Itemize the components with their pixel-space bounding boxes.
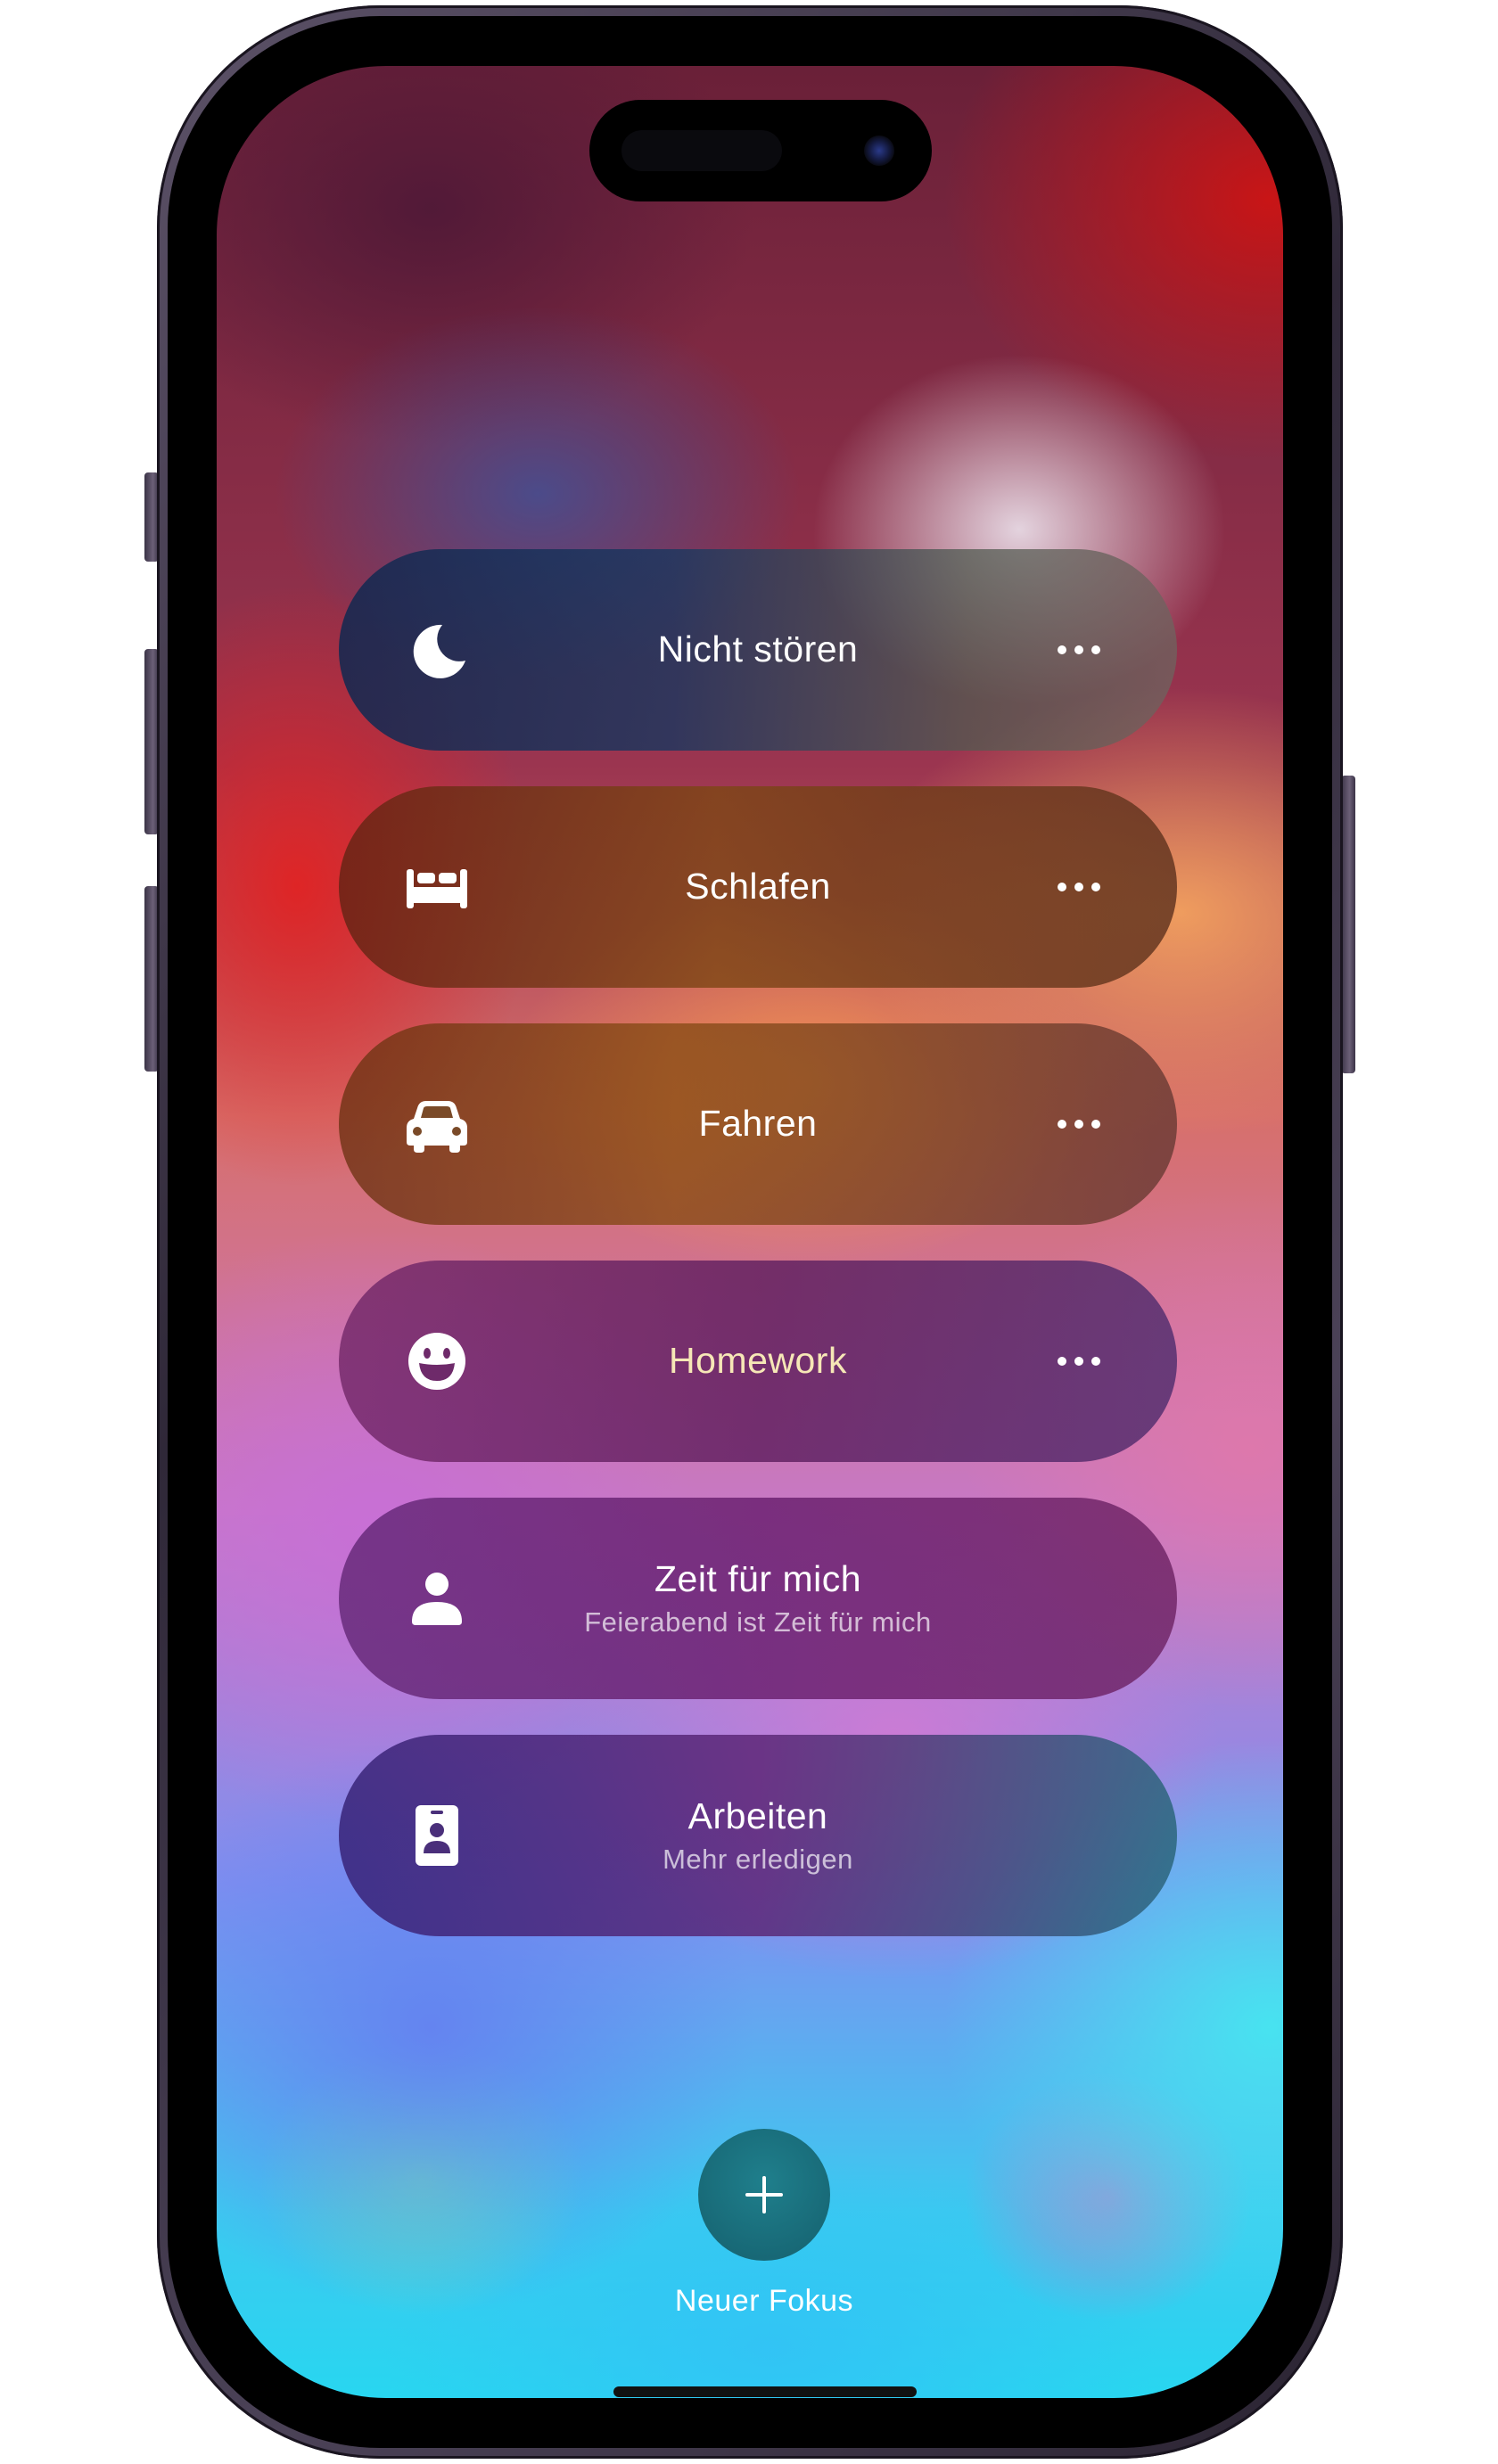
smiley-icon <box>401 1326 473 1397</box>
face-id-sensor <box>621 130 782 171</box>
focus-list: Nicht stören Schlafen Fahren Homework Ze… <box>339 549 1177 1972</box>
focus-text: Nicht stören <box>499 549 1017 751</box>
more-options-button[interactable] <box>1043 623 1115 677</box>
plus-icon <box>745 2176 783 2213</box>
focus-title: Nicht stören <box>657 628 859 670</box>
car-icon <box>401 1088 473 1160</box>
front-camera <box>864 136 894 166</box>
home-indicator[interactable] <box>613 2386 917 2397</box>
ellipsis-dot <box>1074 1357 1083 1366</box>
focus-title: Arbeiten <box>687 1795 828 1837</box>
focus-text: Schlafen <box>499 786 1017 988</box>
focus-text: Homework <box>499 1261 1017 1462</box>
ellipsis-icon <box>1058 1120 1066 1129</box>
focus-item-sleep[interactable]: Schlafen <box>339 786 1177 988</box>
phone-frame: Nicht stören Schlafen Fahren Homework Ze… <box>157 5 1343 2459</box>
bed-icon <box>401 851 473 923</box>
more-options-button[interactable] <box>1043 860 1115 914</box>
focus-item-do-not-disturb[interactable]: Nicht stören <box>339 549 1177 751</box>
focus-title: Fahren <box>698 1103 818 1145</box>
page: Nicht stören Schlafen Fahren Homework Ze… <box>0 0 1498 2464</box>
focus-item-homework[interactable]: Homework <box>339 1261 1177 1462</box>
ellipsis-dot <box>1091 1120 1100 1129</box>
focus-title: Zeit für mich <box>654 1558 862 1600</box>
id-badge-icon <box>401 1800 473 1871</box>
focus-item-personal[interactable]: Zeit für mich Feierabend ist Zeit für mi… <box>339 1498 1177 1699</box>
focus-text: Fahren <box>499 1023 1017 1225</box>
phone-bezel: Nicht stören Schlafen Fahren Homework Ze… <box>168 16 1332 2448</box>
ellipsis-dot <box>1091 645 1100 654</box>
focus-item-work[interactable]: Arbeiten Mehr erledigen <box>339 1735 1177 1936</box>
focus-title: Schlafen <box>685 866 831 908</box>
focus-title: Homework <box>669 1340 847 1382</box>
focus-subtitle: Mehr erledigen <box>663 1843 853 1875</box>
ellipsis-dot <box>1074 645 1083 654</box>
focus-item-driving[interactable]: Fahren <box>339 1023 1177 1225</box>
power-button <box>1341 776 1355 1073</box>
ellipsis-icon <box>1058 883 1066 891</box>
new-focus-button[interactable] <box>698 2129 830 2261</box>
more-options-button[interactable] <box>1043 1097 1115 1151</box>
phone-screen: Nicht stören Schlafen Fahren Homework Ze… <box>217 66 1283 2398</box>
focus-text: Arbeiten Mehr erledigen <box>499 1735 1017 1936</box>
ellipsis-dot <box>1074 883 1083 891</box>
new-focus-label: Neuer Fokus <box>674 2284 854 2318</box>
focus-subtitle: Feierabend ist Zeit für mich <box>584 1606 932 1638</box>
focus-text: Zeit für mich Feierabend ist Zeit für mi… <box>499 1498 1017 1699</box>
ellipsis-dot <box>1091 883 1100 891</box>
dynamic-island <box>589 100 932 201</box>
ellipsis-icon <box>1058 645 1066 654</box>
ellipsis-icon <box>1058 1357 1066 1366</box>
ellipsis-dot <box>1074 1120 1083 1129</box>
person-icon <box>401 1563 473 1634</box>
moon-icon <box>401 614 473 686</box>
more-options-button[interactable] <box>1043 1335 1115 1388</box>
ellipsis-dot <box>1091 1357 1100 1366</box>
